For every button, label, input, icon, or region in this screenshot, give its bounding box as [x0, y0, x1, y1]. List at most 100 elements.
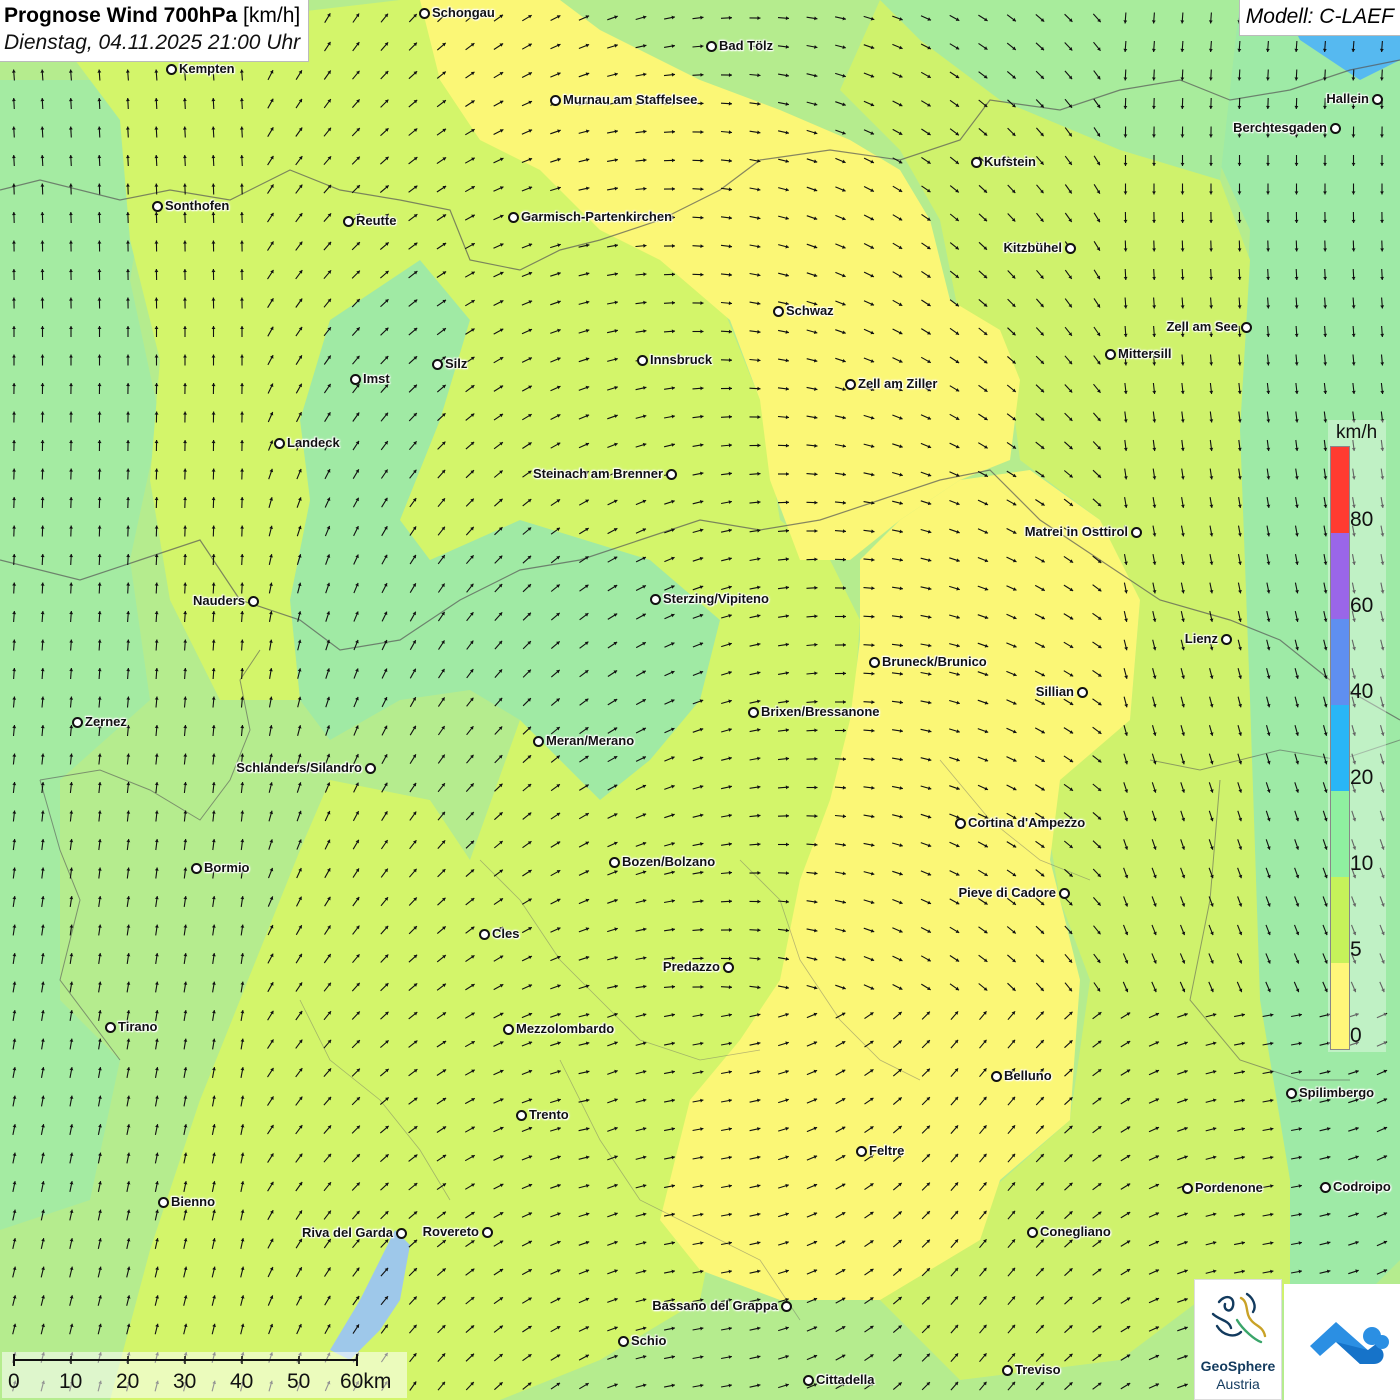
wind-arrow: [211, 582, 216, 594]
wind-arrow: [381, 725, 388, 736]
wind-arrow: [806, 1183, 818, 1190]
wind-arrow: [978, 926, 988, 934]
wind-arrow: [863, 443, 875, 448]
city-marker: [1059, 888, 1070, 899]
wind-arrow: [749, 301, 761, 306]
wind-arrow: [949, 983, 960, 991]
wind-arrow: [352, 925, 360, 935]
wind-arrow: [806, 1012, 818, 1019]
wind-arrow: [1064, 1011, 1073, 1020]
wind-arrow: [950, 1125, 959, 1134]
wind-arrow: [183, 953, 188, 964]
wind-arrow: [183, 411, 187, 423]
wind-arrow: [778, 1354, 789, 1360]
wind-arrow: [437, 441, 446, 450]
wind-arrow: [211, 297, 216, 309]
city-marker: [706, 41, 717, 52]
wind-arrow: [1092, 698, 1102, 706]
wind-arrow: [521, 1212, 533, 1218]
wind-arrow: [1265, 782, 1271, 793]
wind-arrow: [380, 13, 389, 23]
wind-arrow: [126, 696, 131, 708]
wind-arrow: [607, 243, 618, 248]
wind-arrow: [466, 583, 474, 593]
legend-tick-label: 20: [1350, 766, 1374, 789]
wind-arrow: [1035, 355, 1045, 365]
wind-arrow: [1180, 668, 1185, 679]
wind-arrow: [409, 811, 417, 821]
wind-arrow: [40, 211, 45, 224]
wind-arrow: [1148, 1354, 1160, 1361]
wind-arrow: [1323, 382, 1328, 395]
wind-arrow: [154, 211, 159, 224]
wind-arrow: [550, 955, 561, 962]
wind-arrow: [466, 754, 474, 764]
wind-arrow: [863, 129, 875, 135]
wind-arrow: [1294, 69, 1299, 81]
wind-arrow: [12, 667, 17, 680]
wind-arrow: [324, 13, 331, 23]
wind-arrow: [1152, 468, 1157, 480]
wind-arrow: [240, 1038, 245, 1050]
wind-arrow: [692, 1127, 704, 1132]
wind-arrow: [1180, 354, 1185, 366]
wind-arrow: [408, 299, 418, 307]
wind-arrow: [692, 215, 704, 220]
wind-arrow: [949, 99, 960, 108]
wind-arrow: [98, 981, 102, 993]
wind-arrow: [720, 500, 733, 505]
wind-arrow: [1152, 553, 1157, 566]
wind-arrow: [408, 925, 418, 935]
wind-arrow: [1064, 1125, 1073, 1134]
wind-arrow: [295, 127, 303, 137]
legend-tick-label: 40: [1350, 680, 1374, 703]
wind-arrow: [806, 814, 818, 818]
wind-arrow: [692, 500, 704, 505]
wind-arrow: [211, 610, 216, 623]
wind-arrow: [126, 326, 130, 337]
wind-arrow: [12, 924, 17, 936]
wind-arrow: [126, 240, 130, 252]
wind-arrow: [1152, 183, 1156, 195]
wind-arrow: [352, 469, 360, 479]
wind-arrow: [550, 328, 561, 334]
wind-arrow: [949, 870, 960, 876]
wind-arrow: [493, 356, 504, 364]
wind-arrow: [863, 328, 875, 335]
wind-arrow: [40, 1323, 45, 1335]
wind-arrow: [126, 981, 131, 993]
wind-arrow: [12, 1038, 17, 1050]
wind-arrow: [1006, 556, 1017, 563]
wind-arrow: [607, 670, 618, 677]
wind-arrow: [950, 1011, 959, 1020]
wind-arrow: [721, 756, 732, 761]
wind-arrow: [126, 268, 130, 281]
wind-arrow: [465, 897, 475, 906]
wind-arrow: [436, 925, 447, 935]
wind-arrow: [749, 415, 761, 419]
city-marker: [508, 212, 519, 223]
city-marker: [365, 763, 376, 774]
wind-arrow: [464, 1154, 476, 1162]
wind-arrow: [324, 525, 331, 537]
wind-arrow: [692, 556, 704, 562]
wind-arrow: [578, 1354, 590, 1361]
wind-arrow: [921, 1068, 931, 1077]
wind-arrow: [183, 667, 188, 680]
wind-arrow: [1180, 268, 1185, 281]
wind-arrow: [550, 898, 561, 905]
wind-arrow: [1351, 354, 1356, 366]
wind-arrow: [1152, 126, 1156, 138]
wind-arrow: [240, 610, 245, 623]
wind-arrow: [212, 953, 216, 964]
wind-arrow: [126, 953, 131, 964]
wind-arrow: [1006, 869, 1017, 877]
wind-arrow: [550, 927, 561, 933]
wind-arrow: [1266, 639, 1271, 651]
wind-arrow: [1323, 553, 1328, 566]
wind-arrow: [777, 585, 790, 590]
wind-arrow: [493, 43, 504, 50]
wind-arrow: [183, 1266, 188, 1278]
wind-arrow: [1180, 411, 1185, 423]
wind-arrow: [1266, 240, 1270, 252]
